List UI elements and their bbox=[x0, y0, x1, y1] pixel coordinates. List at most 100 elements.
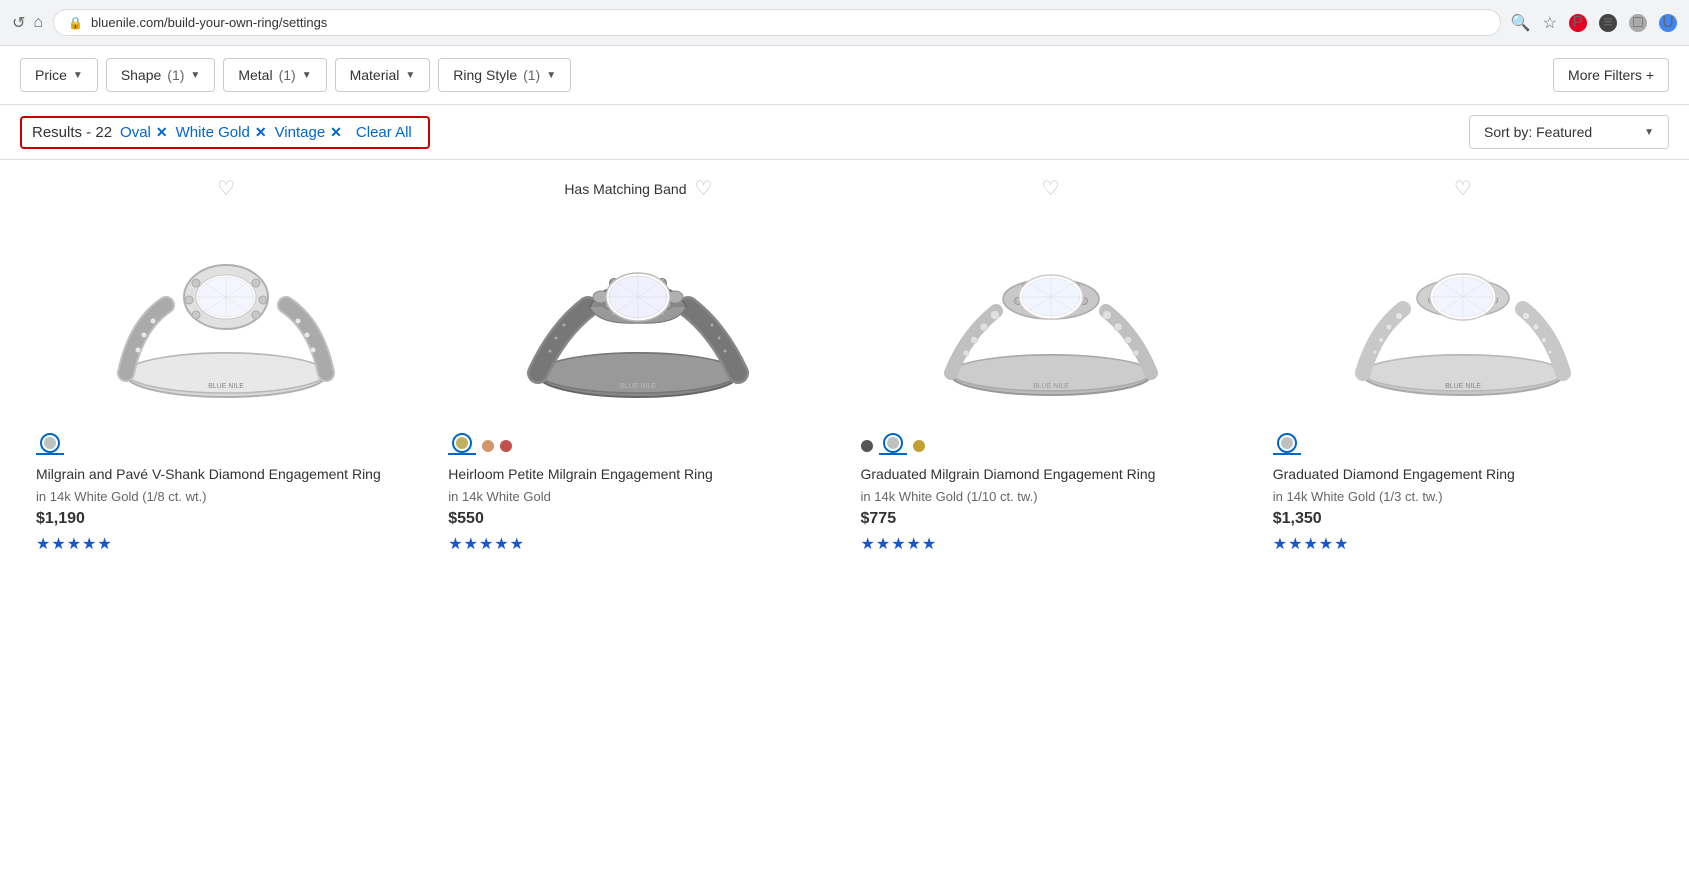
home-icon[interactable]: ⌂ bbox=[33, 14, 43, 32]
product-1-swatches[interactable] bbox=[36, 437, 64, 455]
material-filter[interactable]: Material ▼ bbox=[335, 58, 431, 92]
product-2-swatches[interactable] bbox=[448, 437, 512, 455]
product-card-4[interactable]: BLUE NILE Graduated Diamond Engagement R… bbox=[1257, 209, 1669, 570]
product-3-price: $775 bbox=[861, 510, 897, 528]
product-1-ring-image: BLUE NILE bbox=[106, 235, 346, 415]
product-2-heart[interactable]: ♡ bbox=[695, 176, 713, 201]
product-card-1[interactable]: BLUE NILE Milgrain and Pavé V-Shank Diam… bbox=[20, 209, 432, 570]
product-3-stars: ★★★★★ bbox=[861, 534, 938, 554]
material-label: Material bbox=[350, 67, 400, 83]
svg-text:BLUE NILE: BLUE NILE bbox=[208, 383, 244, 390]
product-4-heart[interactable]: ♡ bbox=[1454, 176, 1472, 201]
shape-filter[interactable]: Shape (1) ▼ bbox=[106, 58, 216, 92]
pinterest-icon[interactable]: P bbox=[1569, 14, 1587, 32]
swatch-silver-4[interactable] bbox=[1281, 437, 1293, 449]
swatch-silver[interactable] bbox=[887, 437, 899, 449]
product-3-ring-image: BLUE NILE bbox=[931, 235, 1171, 415]
metal-filter[interactable]: Metal (1) ▼ bbox=[223, 58, 326, 92]
browser-toolbar-icons[interactable]: 🔍 ☆ P ≡ □ U bbox=[1511, 13, 1677, 33]
swatch-group-rose[interactable] bbox=[482, 440, 494, 452]
product-1-heart[interactable]: ♡ bbox=[217, 176, 235, 201]
product-2-ring-image: BLUE NILE bbox=[518, 235, 758, 415]
material-chevron: ▼ bbox=[405, 70, 415, 81]
product-1-top: ♡ bbox=[20, 168, 432, 209]
swatch-gold-2[interactable] bbox=[456, 437, 468, 449]
product-2-image-area: BLUE NILE bbox=[448, 225, 828, 425]
ext-gray-icon[interactable]: □ bbox=[1629, 14, 1647, 32]
product-2-price: $550 bbox=[448, 510, 484, 528]
more-filters-button[interactable]: More Filters + bbox=[1553, 58, 1669, 92]
swatch-group-white[interactable] bbox=[448, 437, 476, 455]
oval-label: Oval bbox=[120, 124, 151, 141]
swatch-silver-1[interactable] bbox=[44, 437, 56, 449]
product-3-name: Graduated Milgrain Diamond Engagement Ri… bbox=[861, 465, 1156, 485]
url-text: bluenile.com/build-your-own-ring/setting… bbox=[91, 15, 327, 30]
ring-style-label: Ring Style bbox=[453, 67, 517, 83]
product-1-material: in 14k White Gold (1/8 ct. wt.) bbox=[36, 489, 207, 504]
swatch-silver-4[interactable] bbox=[1273, 437, 1301, 455]
oval-remove-btn[interactable]: ✕ bbox=[156, 124, 168, 141]
product-2-material: in 14k White Gold bbox=[448, 489, 551, 504]
product-top-row: ♡ Has Matching Band ♡ ♡ ♡ bbox=[0, 160, 1689, 209]
shape-count: (1) bbox=[167, 67, 184, 83]
product-card-2[interactable]: BLUE NILE Heirloom Petite Milgrain Engag… bbox=[432, 209, 844, 570]
price-label: Price bbox=[35, 67, 67, 83]
sort-label: Sort by: Featured bbox=[1484, 124, 1592, 140]
svg-text:BLUE NILE: BLUE NILE bbox=[620, 383, 656, 390]
swatch-gold-3[interactable] bbox=[913, 440, 925, 452]
product-4-swatches[interactable] bbox=[1273, 437, 1301, 455]
product-3-material: in 14k White Gold (1/10 ct. tw.) bbox=[861, 489, 1038, 504]
product-4-image-area: BLUE NILE bbox=[1273, 225, 1653, 425]
swatch-dark[interactable] bbox=[861, 440, 873, 452]
price-chevron: ▼ bbox=[73, 70, 83, 81]
metal-label: Metal bbox=[238, 67, 272, 83]
white-gold-filter-tag[interactable]: White Gold ✕ bbox=[176, 124, 267, 141]
ring-style-count: (1) bbox=[523, 67, 540, 83]
product-4-material: in 14k White Gold (1/3 ct. tw.) bbox=[1273, 489, 1443, 504]
product-1-image-area: BLUE NILE bbox=[36, 225, 416, 425]
product-4-name: Graduated Diamond Engagement Ring bbox=[1273, 465, 1515, 485]
product-3-top: ♡ bbox=[845, 168, 1257, 209]
bookmark-icon[interactable]: ☆ bbox=[1543, 13, 1557, 33]
shape-chevron: ▼ bbox=[190, 70, 200, 81]
sort-dropdown[interactable]: Sort by: Featured ▼ bbox=[1469, 115, 1669, 149]
swatch-silver-3[interactable] bbox=[879, 437, 907, 455]
product-4-price: $1,350 bbox=[1273, 510, 1322, 528]
metal-chevron: ▼ bbox=[302, 70, 312, 81]
ring-style-filter[interactable]: Ring Style (1) ▼ bbox=[438, 58, 571, 92]
sort-chevron: ▼ bbox=[1644, 127, 1654, 138]
oval-filter-tag[interactable]: Oval ✕ bbox=[120, 124, 168, 141]
active-filters-area: Results - 22 Oval ✕ White Gold ✕ Vintage… bbox=[20, 116, 430, 149]
svg-text:BLUE NILE: BLUE NILE bbox=[1445, 383, 1481, 390]
product-4-top: ♡ bbox=[1257, 168, 1669, 209]
search-icon[interactable]: 🔍 bbox=[1511, 13, 1531, 33]
vintage-remove-btn[interactable]: ✕ bbox=[330, 124, 342, 141]
svg-text:BLUE NILE: BLUE NILE bbox=[1033, 383, 1069, 390]
product-3-swatches[interactable] bbox=[861, 437, 925, 455]
vintage-filter-tag[interactable]: Vintage ✕ bbox=[275, 124, 342, 141]
product-card-3[interactable]: BLUE NILE Graduated Milgrain Diamond Eng… bbox=[845, 209, 1257, 570]
lock-icon: 🔒 bbox=[68, 16, 83, 30]
address-bar[interactable]: 🔒 bluenile.com/build-your-own-ring/setti… bbox=[53, 9, 1501, 36]
white-gold-remove-btn[interactable]: ✕ bbox=[255, 124, 267, 141]
browser-nav-icons[interactable]: ↺ ⌂ bbox=[12, 13, 43, 33]
ring-style-chevron: ▼ bbox=[546, 70, 556, 81]
clear-all-button[interactable]: Clear All bbox=[350, 124, 418, 141]
refresh-icon[interactable]: ↺ bbox=[12, 13, 25, 33]
results-count: Results - 22 bbox=[32, 124, 112, 141]
product-1-stars: ★★★★★ bbox=[36, 534, 113, 554]
shape-label: Shape bbox=[121, 67, 161, 83]
swatch-dark-3[interactable] bbox=[861, 440, 873, 452]
swatch-red-2[interactable] bbox=[500, 440, 512, 452]
product-3-heart[interactable]: ♡ bbox=[1042, 176, 1060, 201]
swatch-gold[interactable] bbox=[913, 440, 925, 452]
price-filter[interactable]: Price ▼ bbox=[20, 58, 98, 92]
swatch-rose-2[interactable] bbox=[482, 440, 494, 452]
ext-blue-icon[interactable]: U bbox=[1659, 14, 1677, 32]
swatch-group-red[interactable] bbox=[500, 440, 512, 452]
product-1-name: Milgrain and Pavé V-Shank Diamond Engage… bbox=[36, 465, 381, 485]
metal-count: (1) bbox=[279, 67, 296, 83]
more-filters-label: More Filters + bbox=[1568, 67, 1654, 83]
layers-icon[interactable]: ≡ bbox=[1599, 14, 1617, 32]
swatch-group-1[interactable] bbox=[36, 437, 64, 455]
